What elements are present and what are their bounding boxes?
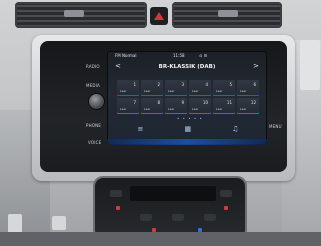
preset-button[interactable]: 2 Leer (141, 80, 163, 96)
preset-button[interactable]: 12 Leer (237, 98, 259, 114)
left-vent-tab[interactable] (64, 10, 84, 17)
preset-button[interactable]: 9 Leer (165, 98, 187, 114)
status-icons: ⊙ ☰ (199, 53, 208, 58)
floor-shadow (0, 232, 321, 246)
media-button[interactable]: MEDIA (86, 83, 100, 88)
radio-band-label: FM Normal (115, 53, 137, 58)
fan-button[interactable] (140, 214, 152, 221)
list-icon[interactable]: ≡ (138, 125, 144, 133)
phone-button[interactable]: PHONE (86, 123, 101, 128)
hazard-button[interactable] (150, 7, 168, 25)
side-panel (300, 40, 320, 90)
preset-button[interactable]: 5 Leer (213, 80, 235, 96)
music-icon[interactable]: ♫ (232, 125, 238, 133)
usb-port (52, 216, 66, 230)
ac-button[interactable] (172, 214, 184, 221)
infotainment-screen[interactable]: FM Normal 11:58 ⊙ ☰ < BR-KLASSIK (DAB) >… (107, 51, 267, 145)
left-switch (8, 214, 22, 234)
station-row: < BR-KLASSIK (DAB) > (107, 62, 267, 74)
preset-button[interactable]: 1 Leer (117, 80, 139, 96)
stations-icon[interactable]: ▦ (184, 125, 191, 133)
seat-heat-indicator (116, 206, 120, 210)
preset-button[interactable]: 6 Leer (237, 80, 259, 96)
preset-button[interactable]: 3 Leer (165, 80, 187, 96)
radio-button[interactable]: RADIO (86, 64, 100, 69)
volume-knob[interactable] (89, 94, 104, 109)
climate-display (130, 186, 216, 201)
station-name: BR-KLASSIK (DAB) (158, 64, 216, 70)
prev-station-icon[interactable]: < (115, 62, 121, 70)
clock: 11:58 (173, 53, 185, 58)
status-bar: FM Normal 11:58 ⊙ ☰ (107, 51, 267, 60)
preset-button[interactable]: 8 Leer (141, 98, 163, 114)
hazard-triangle-icon (154, 12, 164, 20)
bottom-bar: ≡ ▦ ♫ (117, 121, 259, 137)
recirc-button[interactable] (204, 214, 216, 221)
preset-button[interactable]: 7 Leer (117, 98, 139, 114)
car-dashboard-scene: RADIO MEDIA PHONE VOICE MENU FM Normal 1… (0, 0, 321, 246)
seat-heat-indicator-right (224, 206, 228, 210)
climate-left-button[interactable] (110, 190, 122, 197)
screen-glow (107, 139, 267, 145)
climate-right-button[interactable] (220, 190, 232, 197)
next-station-icon[interactable]: > (253, 62, 259, 70)
right-vent-tab[interactable] (218, 10, 238, 17)
preset-button[interactable]: 4 Leer (189, 80, 211, 96)
voice-button[interactable]: VOICE (88, 140, 101, 145)
menu-button[interactable]: MENU (269, 124, 282, 129)
preset-grid: 1 Leer 2 Leer 3 Leer 4 Leer 5 Leer 6 Leer 7 Lee… (117, 80, 259, 114)
preset-button[interactable]: 10 Leer (189, 98, 211, 114)
preset-button[interactable]: 11 Leer (213, 98, 235, 114)
